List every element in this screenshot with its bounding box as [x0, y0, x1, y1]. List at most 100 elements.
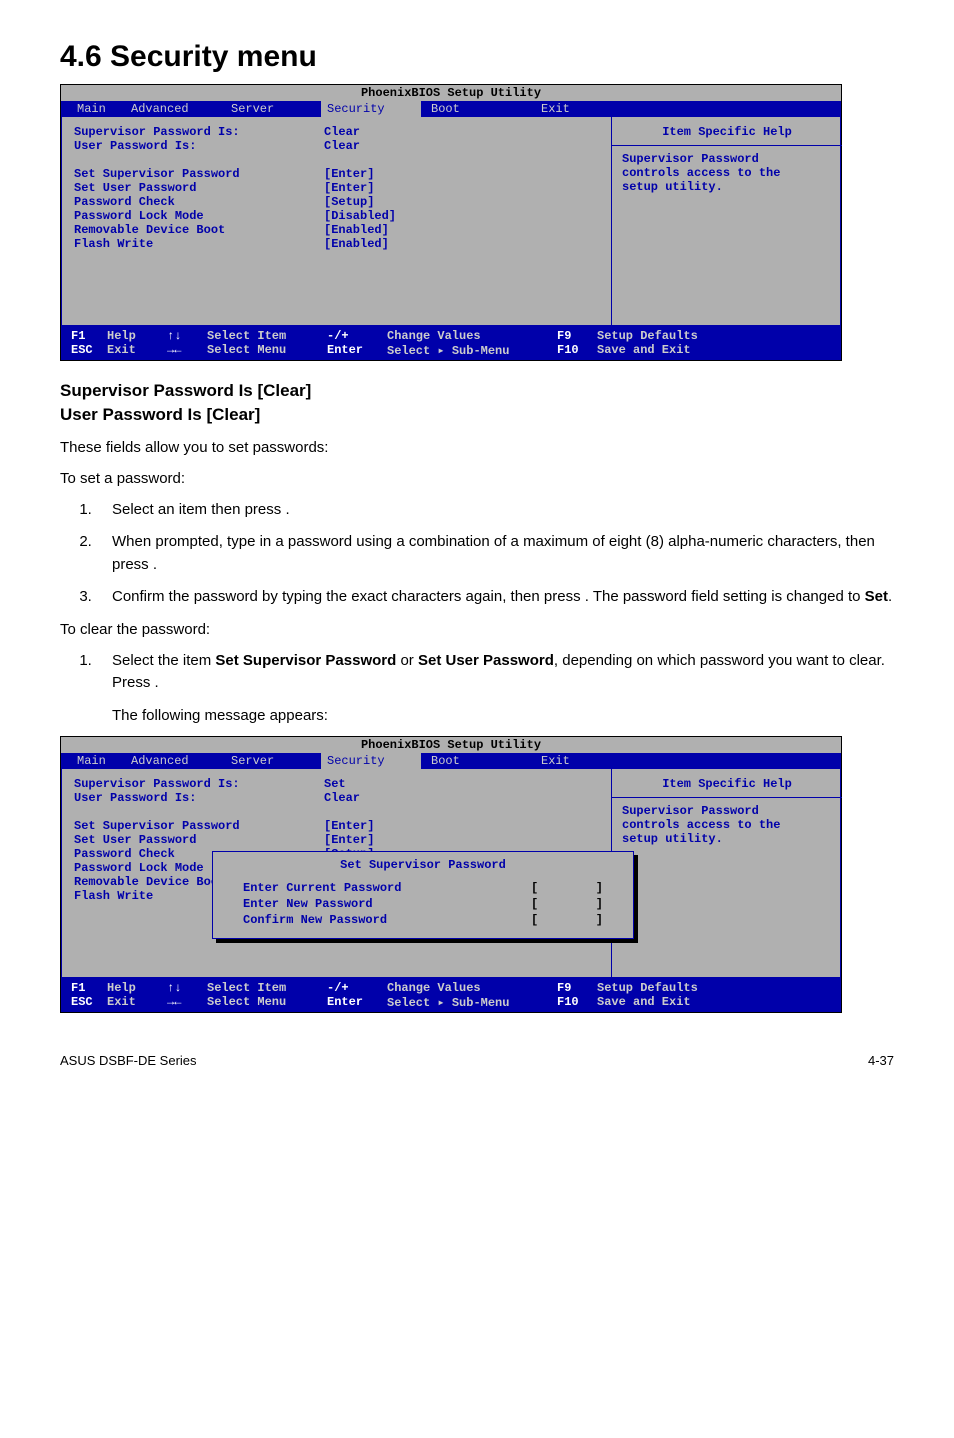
key-plusminus: -/+	[327, 981, 387, 995]
row-value: [Enter]	[324, 167, 374, 181]
tab-server: Server	[231, 101, 321, 117]
row-value: Clear	[324, 139, 360, 153]
key-updown: ↑↓	[167, 981, 207, 995]
footer-left: ASUS DSBF-DE Series	[60, 1053, 197, 1068]
row-label: Set Supervisor Password	[74, 167, 324, 181]
bios-footer: F1 Help ↑↓ Select Item -/+ Change Values…	[61, 327, 841, 360]
help-line: Supervisor Password	[622, 804, 832, 818]
row-value: [Enabled]	[324, 237, 389, 251]
help-line: setup utility.	[622, 180, 832, 194]
popup-title: Set Supervisor Password	[223, 858, 623, 872]
key-f1: F1	[71, 329, 107, 343]
row-value: [Enabled]	[324, 223, 389, 237]
list-item: Confirm the password by typing the exact…	[96, 586, 894, 609]
subheading-supervisor: Supervisor Password Is [Clear] User Pass…	[60, 379, 894, 427]
key-submenu: Select ▸ Sub-Menu	[387, 343, 557, 358]
row-label: Set User Password	[74, 181, 324, 195]
key-f10: F10	[557, 343, 597, 358]
bios-tabs: Main Advanced Server Security Boot Exit	[61, 101, 841, 117]
footer-right: 4-37	[868, 1053, 894, 1068]
bios-title: PhoenixBIOS Setup Utility	[61, 85, 841, 101]
key-selectmenu: Select Menu	[207, 343, 327, 358]
list-item: Select an item then press .	[96, 499, 894, 522]
tab-security: Security	[321, 753, 421, 769]
key-selectitem: Select Item	[207, 329, 327, 343]
paragraph: To clear the password:	[60, 619, 894, 640]
paragraph: The following message appears:	[112, 705, 894, 726]
help-line: setup utility.	[622, 832, 832, 846]
popup-row-label: Enter New Password	[243, 897, 463, 911]
bios-main-panel: Supervisor Password Is:Clear User Passwo…	[61, 117, 612, 327]
set-supervisor-password-popup: Set Supervisor Password Enter Current Pa…	[212, 851, 634, 939]
list-item: Select the item Set Supervisor Password …	[96, 650, 894, 695]
key-setupdefaults: Setup Defaults	[597, 981, 698, 995]
bios-screenshot-1: PhoenixBIOS Setup Utility Main Advanced …	[60, 84, 842, 361]
key-f1: F1	[71, 981, 107, 995]
key-enter: Enter	[327, 995, 387, 1010]
tab-advanced: Advanced	[131, 101, 231, 117]
tab-exit: Exit	[511, 753, 570, 769]
tab-main: Main	[61, 101, 131, 117]
row-label: Supervisor Password Is:	[74, 777, 324, 791]
key-help: Help	[107, 981, 167, 995]
section-heading: 4.6 Security menu	[60, 40, 894, 74]
row-value: Set	[324, 777, 346, 791]
key-setupdefaults: Setup Defaults	[597, 329, 698, 343]
row-value: [Enter]	[324, 833, 374, 847]
page-footer: ASUS DSBF-DE Series 4-37	[60, 1053, 894, 1068]
key-submenu: Select ▸ Sub-Menu	[387, 995, 557, 1010]
key-saveexit: Save and Exit	[597, 995, 691, 1010]
key-leftright: →←	[167, 343, 207, 358]
row-value: Clear	[324, 125, 360, 139]
row-value: [Disabled]	[324, 209, 396, 223]
key-changevalues: Change Values	[387, 981, 557, 995]
key-selectmenu: Select Menu	[207, 995, 327, 1010]
key-leftright: →←	[167, 995, 207, 1010]
row-label: Supervisor Password Is:	[74, 125, 324, 139]
row-value: [Enter]	[324, 819, 374, 833]
row-label: Set Supervisor Password	[74, 819, 324, 833]
key-f9: F9	[557, 981, 597, 995]
help-line: controls access to the	[622, 818, 832, 832]
popup-row-label: Confirm New Password	[243, 913, 463, 927]
tab-exit: Exit	[511, 101, 570, 117]
tab-main: Main	[61, 753, 131, 769]
list-item: When prompted, type in a password using …	[96, 531, 894, 576]
row-label: Password Lock Mode	[74, 209, 324, 223]
help-title: Item Specific Help	[622, 777, 832, 791]
row-value: [Setup]	[324, 195, 374, 209]
tab-advanced: Advanced	[131, 753, 231, 769]
key-esc: ESC	[71, 343, 107, 358]
bios-screenshot-2: PhoenixBIOS Setup Utility Main Advanced …	[60, 736, 842, 1013]
help-line: controls access to the	[622, 166, 832, 180]
key-plusminus: -/+	[327, 329, 387, 343]
help-line: Supervisor Password	[622, 152, 832, 166]
paragraph: These fields allow you to set passwords:	[60, 437, 894, 458]
row-value: [Enter]	[324, 181, 374, 195]
bios-help-panel: Item Specific Help Supervisor Password c…	[612, 117, 841, 327]
row-label: Set User Password	[74, 833, 324, 847]
key-esc: ESC	[71, 995, 107, 1010]
bios-tabs: Main Advanced Server Security Boot Exit	[61, 753, 841, 769]
row-label: User Password Is:	[74, 139, 324, 153]
tab-server: Server	[231, 753, 321, 769]
paragraph: To set a password:	[60, 468, 894, 489]
row-label: Flash Write	[74, 237, 324, 251]
popup-row-label: Enter Current Password	[243, 881, 463, 895]
key-changevalues: Change Values	[387, 329, 557, 343]
tab-boot: Boot	[421, 101, 511, 117]
key-enter: Enter	[327, 343, 387, 358]
bios-title: PhoenixBIOS Setup Utility	[61, 737, 841, 753]
key-f9: F9	[557, 329, 597, 343]
key-f10: F10	[557, 995, 597, 1010]
key-saveexit: Save and Exit	[597, 343, 691, 358]
row-value: Clear	[324, 791, 360, 805]
bios-help-panel: Item Specific Help Supervisor Password c…	[612, 769, 841, 979]
help-title: Item Specific Help	[622, 125, 832, 139]
row-label: User Password Is:	[74, 791, 324, 805]
key-updown: ↑↓	[167, 329, 207, 343]
key-exit: Exit	[107, 343, 167, 358]
row-label: Removable Device Boot	[74, 223, 324, 237]
tab-boot: Boot	[421, 753, 511, 769]
bios-main-panel: Supervisor Password Is:Set User Password…	[61, 769, 612, 979]
